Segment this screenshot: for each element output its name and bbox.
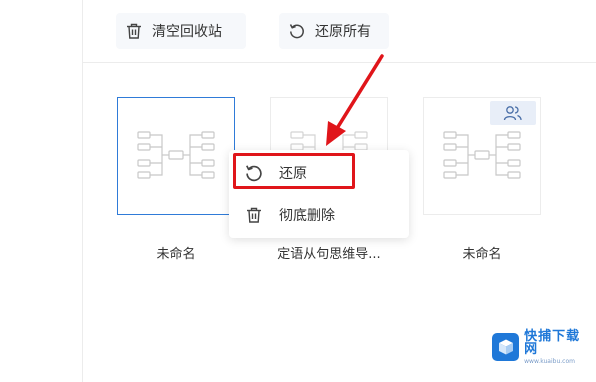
file-name[interactable]: 未命名 xyxy=(412,243,552,262)
watermark-brand: 快捕下载网 xyxy=(524,328,581,357)
mindmap-thumbnail xyxy=(137,131,215,179)
file-name[interactable]: 未命名 xyxy=(106,243,246,262)
file-card[interactable] xyxy=(117,97,235,215)
menu-item-delete-permanently[interactable]: 彻底删除 xyxy=(229,197,409,233)
menu-item-label: 彻底删除 xyxy=(279,208,335,224)
file-card[interactable] xyxy=(423,97,541,215)
annotation-highlight-box xyxy=(233,153,355,189)
restore-all-button[interactable]: 还原所有 xyxy=(279,13,389,49)
empty-recycle-bin-label: 清空回收站 xyxy=(152,24,222,40)
trash-icon xyxy=(243,204,265,226)
shared-badge xyxy=(490,101,536,125)
trash-icon xyxy=(124,21,144,41)
left-sidebar xyxy=(0,0,83,382)
watermark-url: www.kuaibu.com xyxy=(524,357,575,365)
file-name[interactable]: 定语从句思维导... xyxy=(259,243,399,262)
mindmap-thumbnail xyxy=(443,131,521,179)
restore-all-label: 还原所有 xyxy=(315,24,371,40)
watermark: 快捕下载网 www.kuaibu.com xyxy=(492,330,592,364)
empty-recycle-bin-button[interactable]: 清空回收站 xyxy=(116,13,246,49)
restore-icon xyxy=(287,21,307,41)
cube-logo-icon xyxy=(492,333,520,361)
toolbar: 清空回收站 还原所有 xyxy=(83,0,596,63)
users-icon xyxy=(503,106,522,121)
